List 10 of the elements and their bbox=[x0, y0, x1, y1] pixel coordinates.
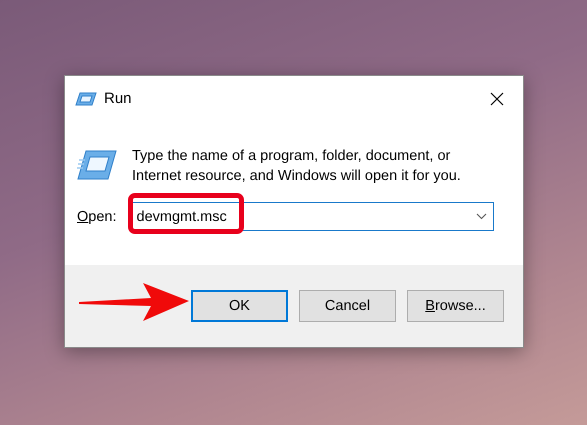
instruction-text: Type the name of a program, folder, document, or Internet resource, and Windows will open it for you. bbox=[132, 147, 462, 186]
cancel-button[interactable]: Cancel bbox=[299, 290, 396, 322]
dropdown-caret-icon[interactable] bbox=[476, 213, 487, 220]
browse-button[interactable]: Browse... bbox=[407, 290, 504, 322]
window-title: Run bbox=[104, 90, 133, 107]
run-icon bbox=[75, 92, 97, 106]
run-icon bbox=[77, 150, 117, 180]
close-icon bbox=[490, 92, 504, 106]
open-label: Open: bbox=[77, 208, 117, 224]
ok-button[interactable]: OK bbox=[191, 290, 288, 322]
